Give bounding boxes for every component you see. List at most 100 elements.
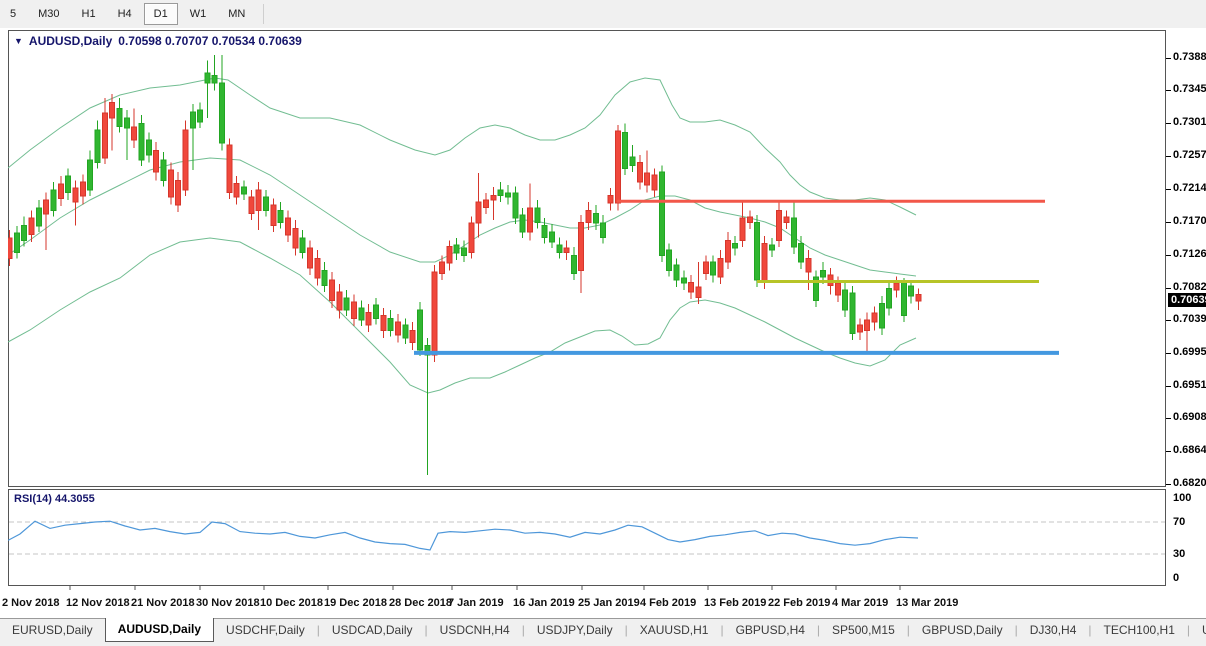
candle — [850, 293, 855, 334]
price-tick-label: 0.73450 — [1173, 83, 1206, 95]
timeframe-button-w1[interactable]: W1 — [180, 3, 217, 25]
candle — [491, 195, 496, 200]
rsi-tick-label: 100 — [1173, 492, 1191, 504]
candle — [212, 75, 217, 83]
date-label: 13 Feb 2019 — [704, 597, 766, 609]
candle — [879, 303, 884, 328]
candle — [608, 195, 613, 203]
candle — [630, 157, 635, 165]
date-label: 13 Mar 2019 — [896, 597, 958, 609]
candle — [146, 140, 151, 155]
candle — [564, 248, 569, 253]
tab-eurusd-daily[interactable]: EURUSD,Daily — [0, 619, 105, 643]
candle — [652, 175, 657, 190]
timeframe-button-m30[interactable]: M30 — [28, 3, 69, 25]
tab-usdcnh-h4[interactable]: USDCNH,H4 — [428, 619, 522, 643]
price-tick-label: 0.69950 — [1173, 346, 1206, 358]
date-axis[interactable]: 2 Nov 201812 Nov 201821 Nov 201830 Nov 2… — [0, 597, 1206, 613]
candle — [894, 283, 899, 290]
price-tick — [1166, 222, 1171, 223]
date-label: 4 Feb 2019 — [640, 597, 696, 609]
candle — [51, 190, 56, 210]
candle — [22, 225, 27, 240]
candle — [139, 123, 144, 160]
candle — [95, 130, 100, 162]
candle — [8, 238, 12, 258]
candle — [256, 190, 261, 210]
candle — [681, 278, 686, 283]
tab-usdjpy-daily[interactable]: USDJPY,Daily — [525, 619, 625, 643]
price-tick-label: 0.68200 — [1173, 477, 1206, 489]
candle — [747, 217, 752, 222]
tab-usdcad-daily[interactable]: USDCAD,Daily — [320, 619, 425, 643]
candle — [762, 243, 767, 282]
candle — [293, 228, 298, 248]
price-tick — [1166, 320, 1171, 321]
price-tick — [1166, 90, 1171, 91]
price-tick — [1166, 353, 1171, 354]
candle — [110, 102, 115, 118]
candle — [286, 218, 291, 235]
candle — [645, 173, 650, 185]
tab-ukc[interactable]: UKC — [1190, 619, 1206, 643]
tab-audusd-daily[interactable]: AUDUSD,Daily — [105, 618, 214, 642]
price-tick — [1166, 58, 1171, 59]
timeframe-button-mn[interactable]: MN — [218, 3, 255, 25]
candle — [14, 233, 19, 253]
price-tick-label: 0.69510 — [1173, 379, 1206, 391]
tab-xauusd-h1[interactable]: XAUUSD,H1 — [628, 619, 721, 643]
candle — [696, 287, 701, 298]
tab-gbpusd-h4[interactable]: GBPUSD,H4 — [724, 619, 817, 643]
timeframe-button-h1[interactable]: H1 — [72, 3, 106, 25]
candle — [916, 294, 921, 301]
timeframe-button-h4[interactable]: H4 — [108, 3, 142, 25]
chart-canvas[interactable] — [8, 30, 1166, 616]
timeframe-button-5[interactable]: 5 — [0, 3, 26, 25]
candle — [593, 213, 598, 223]
price-tick-label: 0.72570 — [1173, 149, 1206, 161]
date-label: 7 Jan 2019 — [448, 597, 504, 609]
price-tick — [1166, 418, 1171, 419]
candle — [476, 202, 481, 223]
price-tick-label: 0.72140 — [1173, 182, 1206, 194]
tab-dj30-h4[interactable]: DJ30,H4 — [1018, 619, 1089, 643]
chart-title: ▼ AUDUSD,Daily 0.70598 0.70707 0.70534 0… — [14, 34, 302, 48]
candle — [403, 325, 408, 338]
candle — [667, 250, 672, 270]
candle — [535, 208, 540, 222]
price-tick — [1166, 288, 1171, 289]
date-label: 25 Jan 2019 — [578, 597, 640, 609]
candle — [388, 318, 393, 330]
toolbar-separator — [263, 4, 264, 24]
tab-gbpusd-daily[interactable]: GBPUSD,Daily — [910, 619, 1015, 643]
candle — [417, 310, 422, 350]
candle — [586, 210, 591, 222]
candle — [439, 262, 444, 273]
candle — [784, 217, 789, 222]
candle — [271, 205, 276, 225]
candle — [132, 127, 137, 140]
candle — [234, 183, 239, 197]
candle — [381, 315, 386, 330]
candle — [315, 258, 320, 278]
timeframe-button-d1[interactable]: D1 — [144, 3, 178, 25]
candle — [718, 258, 723, 277]
tab-usdchf-daily[interactable]: USDCHF,Daily — [214, 619, 317, 643]
date-label: 19 Dec 2018 — [324, 597, 387, 609]
candle — [615, 131, 620, 203]
candle — [454, 245, 459, 253]
candle — [190, 112, 195, 128]
price-axis[interactable]: 0.70639 0.738800.734500.730100.725700.72… — [1166, 30, 1206, 616]
candle — [740, 218, 745, 241]
candle — [513, 193, 518, 218]
candle — [264, 197, 269, 211]
candle — [835, 283, 840, 295]
tab-tech100-h1[interactable]: TECH100,H1 — [1092, 619, 1187, 643]
candle — [674, 265, 679, 280]
candle — [220, 83, 225, 143]
tab-sp500-m15[interactable]: SP500,M15 — [820, 619, 907, 643]
price-tick — [1166, 189, 1171, 190]
price-tick-label: 0.68640 — [1173, 444, 1206, 456]
candle — [689, 282, 694, 292]
candle — [461, 248, 466, 256]
